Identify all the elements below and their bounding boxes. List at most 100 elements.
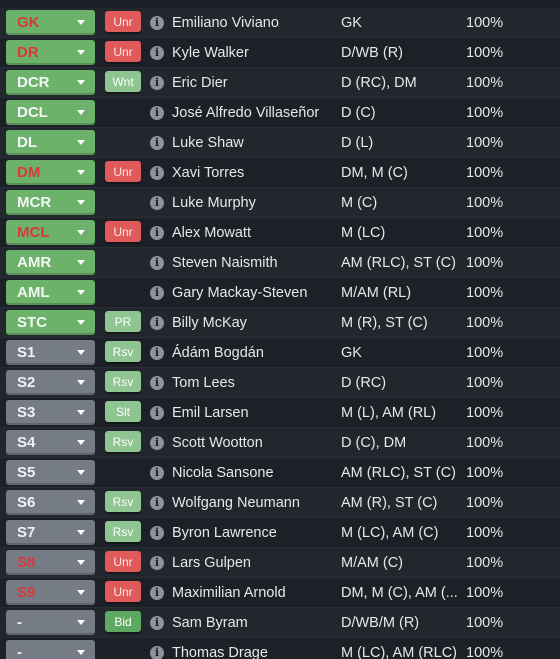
squad-row[interactable]: S9 Unr i Maximilian Arnold DM, M (C), AM (..… [0, 578, 560, 608]
position-dropdown[interactable]: DCL [6, 100, 95, 125]
player-name[interactable]: Tom Lees [172, 368, 334, 398]
position-dropdown[interactable]: DL [6, 130, 95, 155]
squad-row[interactable]: DR Unr i Kyle Walker D/WB (R) 100% [0, 38, 560, 68]
squad-row[interactable]: AMR i Steven Naismith AM (RLC), ST (C) 100% [0, 248, 560, 278]
status-badge[interactable]: Unr [105, 11, 141, 32]
squad-row[interactable]: S2 Rsv i Tom Lees D (RC) 100% [0, 368, 560, 398]
status-badge[interactable]: PR [105, 311, 141, 332]
info-icon[interactable]: i [150, 46, 164, 60]
status-badge[interactable]: Wnt [105, 71, 141, 92]
position-dropdown[interactable]: DM [6, 160, 95, 185]
info-icon[interactable]: i [150, 346, 164, 360]
player-name[interactable]: Emiliano Viviano [172, 8, 334, 38]
player-name[interactable]: Gary Mackay-Steven [172, 278, 334, 308]
status-badge[interactable]: Rsv [105, 431, 141, 452]
player-name[interactable]: Luke Shaw [172, 128, 334, 158]
status-badge[interactable]: Unr [105, 551, 141, 572]
position-dropdown[interactable]: S2 [6, 370, 95, 395]
player-name[interactable]: Emil Larsen [172, 398, 334, 428]
player-name[interactable]: Ádám Bogdán [172, 338, 334, 368]
squad-row[interactable]: DM Unr i Xavi Torres DM, M (C) 100% [0, 158, 560, 188]
squad-row[interactable]: DCL i José Alfredo Villaseñor D (C) 100% [0, 98, 560, 128]
info-icon[interactable]: i [150, 16, 164, 30]
player-name[interactable]: Thomas Drage [172, 638, 334, 659]
player-name[interactable]: Luke Murphy [172, 188, 334, 218]
squad-row[interactable]: S3 Slt i Emil Larsen M (L), AM (RL) 100% [0, 398, 560, 428]
info-icon[interactable]: i [150, 376, 164, 390]
info-icon[interactable]: i [150, 166, 164, 180]
player-name[interactable]: José Alfredo Villaseñor [172, 98, 334, 128]
position-dropdown[interactable]: S8 [6, 550, 95, 575]
player-name[interactable]: Byron Lawrence [172, 518, 334, 548]
position-dropdown[interactable]: S1 [6, 340, 95, 365]
squad-row[interactable]: MCL Unr i Alex Mowatt M (LC) 100% [0, 218, 560, 248]
info-icon[interactable]: i [150, 496, 164, 510]
position-dropdown[interactable]: GK [6, 10, 95, 35]
info-icon[interactable]: i [150, 316, 164, 330]
status-badge[interactable]: Unr [105, 41, 141, 62]
player-name[interactable]: Alex Mowatt [172, 218, 334, 248]
position-dropdown[interactable]: S5 [6, 460, 95, 485]
player-name[interactable]: Sam Byram [172, 608, 334, 638]
position-dropdown[interactable]: AMR [6, 250, 95, 275]
status-badge[interactable]: Rsv [105, 371, 141, 392]
squad-row[interactable]: S4 Rsv i Scott Wootton D (C), DM 100% [0, 428, 560, 458]
squad-row[interactable]: STC PR i Billy McKay M (R), ST (C) 100% [0, 308, 560, 338]
status-badge[interactable]: Bid [105, 611, 141, 632]
info-icon[interactable]: i [150, 646, 164, 659]
squad-row[interactable]: S7 Rsv i Byron Lawrence M (LC), AM (C) 100% [0, 518, 560, 548]
squad-row[interactable]: - Bid i Sam Byram D/WB/M (R) 100% [0, 608, 560, 638]
player-name[interactable]: Xavi Torres [172, 158, 334, 188]
status-badge[interactable]: Unr [105, 221, 141, 242]
status-badge[interactable]: Rsv [105, 521, 141, 542]
info-icon[interactable]: i [150, 586, 164, 600]
info-icon[interactable]: i [150, 286, 164, 300]
squad-row[interactable]: S8 Unr i Lars Gulpen M/AM (C) 100% [0, 548, 560, 578]
info-icon[interactable]: i [150, 406, 164, 420]
squad-row[interactable]: DL i Luke Shaw D (L) 100% [0, 128, 560, 158]
squad-row[interactable]: MCR i Luke Murphy M (C) 100% [0, 188, 560, 218]
info-icon[interactable]: i [150, 106, 164, 120]
info-icon[interactable]: i [150, 556, 164, 570]
info-icon[interactable]: i [150, 226, 164, 240]
player-name[interactable]: Wolfgang Neumann [172, 488, 334, 518]
squad-row[interactable]: GK Unr i Emiliano Viviano GK 100% [0, 8, 560, 38]
position-dropdown[interactable]: S9 [6, 580, 95, 605]
info-icon[interactable]: i [150, 616, 164, 630]
player-name[interactable]: Billy McKay [172, 308, 334, 338]
status-badge[interactable]: Unr [105, 161, 141, 182]
info-icon[interactable]: i [150, 526, 164, 540]
player-name[interactable]: Lars Gulpen [172, 548, 334, 578]
info-icon[interactable]: i [150, 196, 164, 210]
squad-row[interactable]: DCR Wnt i Eric Dier D (RC), DM 100% [0, 68, 560, 98]
position-dropdown[interactable]: DR [6, 40, 95, 65]
position-dropdown[interactable]: S6 [6, 490, 95, 515]
status-badge[interactable]: Rsv [105, 491, 141, 512]
info-icon[interactable]: i [150, 256, 164, 270]
squad-row[interactable]: S1 Rsv i Ádám Bogdán GK 100% [0, 338, 560, 368]
status-badge[interactable]: Unr [105, 581, 141, 602]
info-icon[interactable]: i [150, 436, 164, 450]
info-icon[interactable]: i [150, 136, 164, 150]
player-name[interactable]: Steven Naismith [172, 248, 334, 278]
position-dropdown[interactable]: MCR [6, 190, 95, 215]
status-badge[interactable]: Slt [105, 401, 141, 422]
player-name[interactable]: Nicola Sansone [172, 458, 334, 488]
position-dropdown[interactable]: S3 [6, 400, 95, 425]
position-dropdown[interactable]: S7 [6, 520, 95, 545]
squad-row[interactable]: - i Thomas Drage M (LC), AM (RLC) 100% [0, 638, 560, 659]
player-name[interactable]: Maximilian Arnold [172, 578, 334, 608]
position-dropdown[interactable]: S4 [6, 430, 95, 455]
position-dropdown[interactable]: AML [6, 280, 95, 305]
squad-row[interactable]: S6 Rsv i Wolfgang Neumann AM (R), ST (C) 100% [0, 488, 560, 518]
squad-row[interactable]: AML i Gary Mackay-Steven M/AM (RL) 100% [0, 278, 560, 308]
position-dropdown[interactable]: - [6, 640, 95, 659]
position-dropdown[interactable]: STC [6, 310, 95, 335]
info-icon[interactable]: i [150, 466, 164, 480]
position-dropdown[interactable]: MCL [6, 220, 95, 245]
player-name[interactable]: Kyle Walker [172, 38, 334, 68]
info-icon[interactable]: i [150, 76, 164, 90]
status-badge[interactable]: Rsv [105, 341, 141, 362]
player-name[interactable]: Eric Dier [172, 68, 334, 98]
position-dropdown[interactable]: DCR [6, 70, 95, 95]
